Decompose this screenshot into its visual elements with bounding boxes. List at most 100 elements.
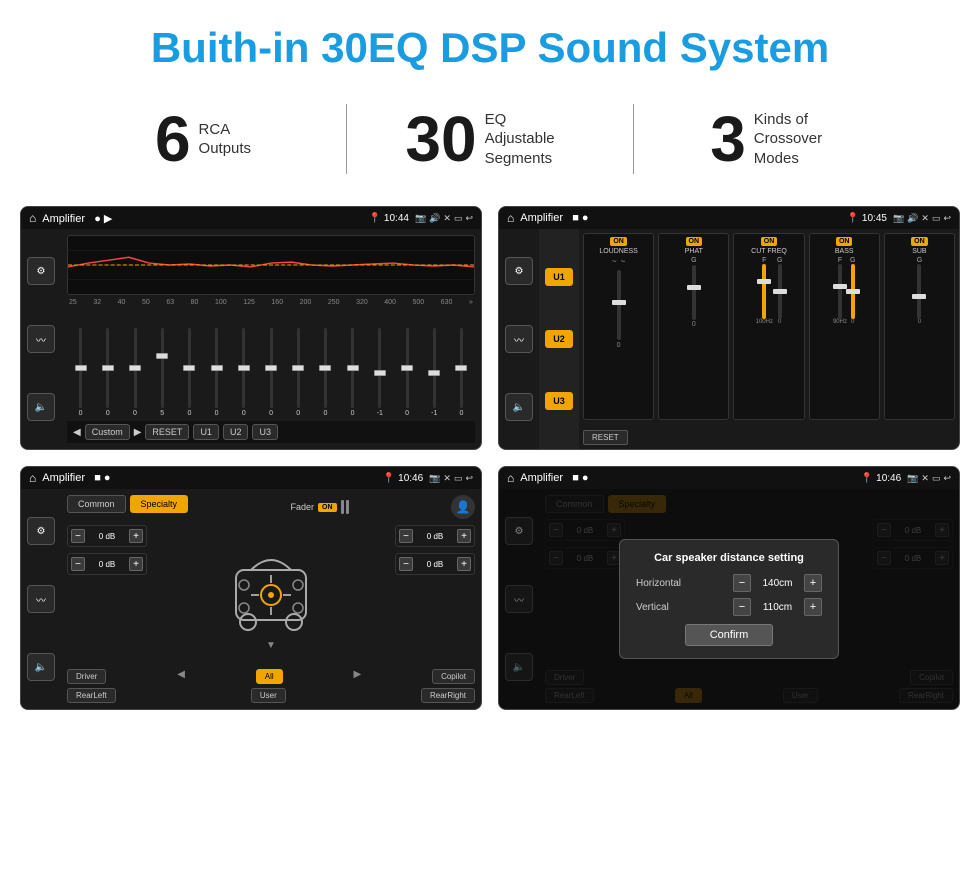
amp-sub-on[interactable]: ON <box>911 237 928 246</box>
dialog-home-icon[interactable]: ⌂ <box>507 471 514 485</box>
fader-left-arrow[interactable]: ◀ <box>177 669 185 684</box>
dialog-vertical-minus[interactable]: − <box>733 598 751 616</box>
eq-speaker-btn[interactable]: 🔈 <box>27 393 55 421</box>
eq-thumb-6[interactable] <box>211 365 223 371</box>
fader-common-tab[interactable]: Common <box>67 495 126 513</box>
eq-track-6[interactable] <box>215 328 218 408</box>
eq-track-5[interactable] <box>188 328 191 408</box>
dialog-horizontal-minus[interactable]: − <box>733 574 751 592</box>
eq-track-3[interactable] <box>134 328 137 408</box>
eq-next-arrow[interactable]: ▶ <box>134 427 142 438</box>
eq-thumb-15[interactable] <box>455 365 467 371</box>
fader-wave-btn[interactable]: 〰 <box>27 585 55 613</box>
fader-copilot-btn[interactable]: Copilot <box>432 669 475 684</box>
amp-cutfreq-f-slider[interactable] <box>762 264 766 319</box>
fader-user-btn[interactable]: User <box>251 688 286 703</box>
eq-thumb-13[interactable] <box>401 365 413 371</box>
db-plus-2[interactable]: + <box>129 557 143 571</box>
db-minus-4[interactable]: − <box>399 557 413 571</box>
fader-right-arrow[interactable]: ▶ <box>354 669 362 684</box>
eq-track-7[interactable] <box>242 328 245 408</box>
amp-cutfreq-on[interactable]: ON <box>761 237 778 246</box>
eq-u2-btn[interactable]: U2 <box>223 424 249 440</box>
fader-speaker-btn[interactable]: 🔈 <box>27 653 55 681</box>
eq-thumb-3[interactable] <box>129 365 141 371</box>
eq-track-4[interactable] <box>161 328 164 408</box>
eq-back-icon[interactable]: ↩ <box>465 213 473 224</box>
eq-thumb-2[interactable] <box>102 365 114 371</box>
eq-track-15[interactable] <box>460 328 463 408</box>
dialog-back-icon[interactable]: ↩ <box>943 473 951 484</box>
fader-home-icon[interactable]: ⌂ <box>29 471 36 485</box>
amp-tune-btn[interactable]: ⚙ <box>505 257 533 285</box>
db-minus-1[interactable]: − <box>71 529 85 543</box>
amp-bass-on[interactable]: ON <box>836 237 853 246</box>
dialog-volume-icon: ✕ <box>921 473 929 484</box>
amp-home-icon[interactable]: ⌂ <box>507 211 514 225</box>
eq-u3-btn[interactable]: U3 <box>252 424 278 440</box>
eq-track-8[interactable] <box>270 328 273 408</box>
eq-home-icon[interactable]: ⌂ <box>29 211 36 225</box>
eq-track-10[interactable] <box>324 328 327 408</box>
fader-rearleft-btn[interactable]: RearLeft <box>67 688 116 703</box>
amp-loudness-on[interactable]: ON <box>610 237 627 246</box>
eq-prev-arrow[interactable]: ◀ <box>73 427 81 438</box>
eq-wave-btn[interactable]: 〰 <box>27 325 55 353</box>
dialog-confirm-button[interactable]: Confirm <box>685 624 774 646</box>
eq-thumb-8[interactable] <box>265 365 277 371</box>
fader-specialty-tab[interactable]: Specialty <box>130 495 189 513</box>
eq-track-14[interactable] <box>433 328 436 408</box>
db-minus-2[interactable]: − <box>71 557 85 571</box>
eq-thumb-11[interactable] <box>347 365 359 371</box>
amp-cutfreq-g-slider[interactable] <box>778 264 782 319</box>
amp-speaker-btn[interactable]: 🔈 <box>505 393 533 421</box>
eq-track-9[interactable] <box>297 328 300 408</box>
eq-track-2[interactable] <box>106 328 109 408</box>
eq-thumb-4[interactable] <box>156 353 168 359</box>
eq-thumb-1[interactable] <box>75 365 87 371</box>
amp-cutfreq-g-thumb[interactable] <box>773 289 787 294</box>
db-plus-4[interactable]: + <box>457 557 471 571</box>
eq-thumb-9[interactable] <box>292 365 304 371</box>
eq-thumb-14[interactable] <box>428 370 440 376</box>
eq-thumb-5[interactable] <box>183 365 195 371</box>
amp-u3-btn[interactable]: U3 <box>545 392 573 410</box>
amp-back-icon[interactable]: ↩ <box>943 213 951 224</box>
amp-loudness-thumb[interactable] <box>612 300 626 305</box>
amp-phat-slider[interactable] <box>692 265 696 320</box>
eq-u1-btn[interactable]: U1 <box>193 424 219 440</box>
amp-u1-btn[interactable]: U1 <box>545 268 573 286</box>
amp-phat-thumb[interactable] <box>687 285 701 290</box>
db-plus-3[interactable]: + <box>457 529 471 543</box>
fader-back-icon[interactable]: ↩ <box>465 473 473 484</box>
eq-thumb-10[interactable] <box>319 365 331 371</box>
eq-track-11[interactable] <box>351 328 354 408</box>
dialog-horizontal-plus[interactable]: + <box>804 574 822 592</box>
eq-tune-btn[interactable]: ⚙ <box>27 257 55 285</box>
eq-custom-btn[interactable]: Custom <box>85 424 130 440</box>
amp-u2-btn[interactable]: U2 <box>545 330 573 348</box>
db-minus-3[interactable]: − <box>399 529 413 543</box>
amp-bass-g-thumb[interactable] <box>846 289 860 294</box>
db-plus-1[interactable]: + <box>129 529 143 543</box>
eq-thumb-7[interactable] <box>238 365 250 371</box>
eq-thumb-12[interactable] <box>374 370 386 376</box>
fader-driver-btn[interactable]: Driver <box>67 669 106 684</box>
eq-track-12[interactable] <box>378 328 381 408</box>
fader-rearright-btn[interactable]: RearRight <box>421 688 475 703</box>
eq-reset-btn[interactable]: RESET <box>145 424 189 440</box>
eq-track-1[interactable] <box>79 328 82 408</box>
dialog-vertical-plus[interactable]: + <box>804 598 822 616</box>
eq-track-13[interactable] <box>406 328 409 408</box>
fader-on-badge[interactable]: ON <box>318 503 337 512</box>
amp-reset-btn[interactable]: RESET <box>583 430 628 445</box>
fader-tune-btn[interactable]: ⚙ <box>27 517 55 545</box>
fader-all-btn[interactable]: All <box>256 669 283 684</box>
amp-phat-on[interactable]: ON <box>686 237 703 246</box>
amp-cutfreq-f-thumb[interactable] <box>757 279 771 284</box>
amp-sub-thumb[interactable] <box>912 294 926 299</box>
amp-bass-f-thumb[interactable] <box>833 284 847 289</box>
amp-wave-btn[interactable]: 〰 <box>505 325 533 353</box>
amp-loudness-slider[interactable] <box>617 270 621 340</box>
fader-person-icon[interactable]: 👤 <box>451 495 475 519</box>
